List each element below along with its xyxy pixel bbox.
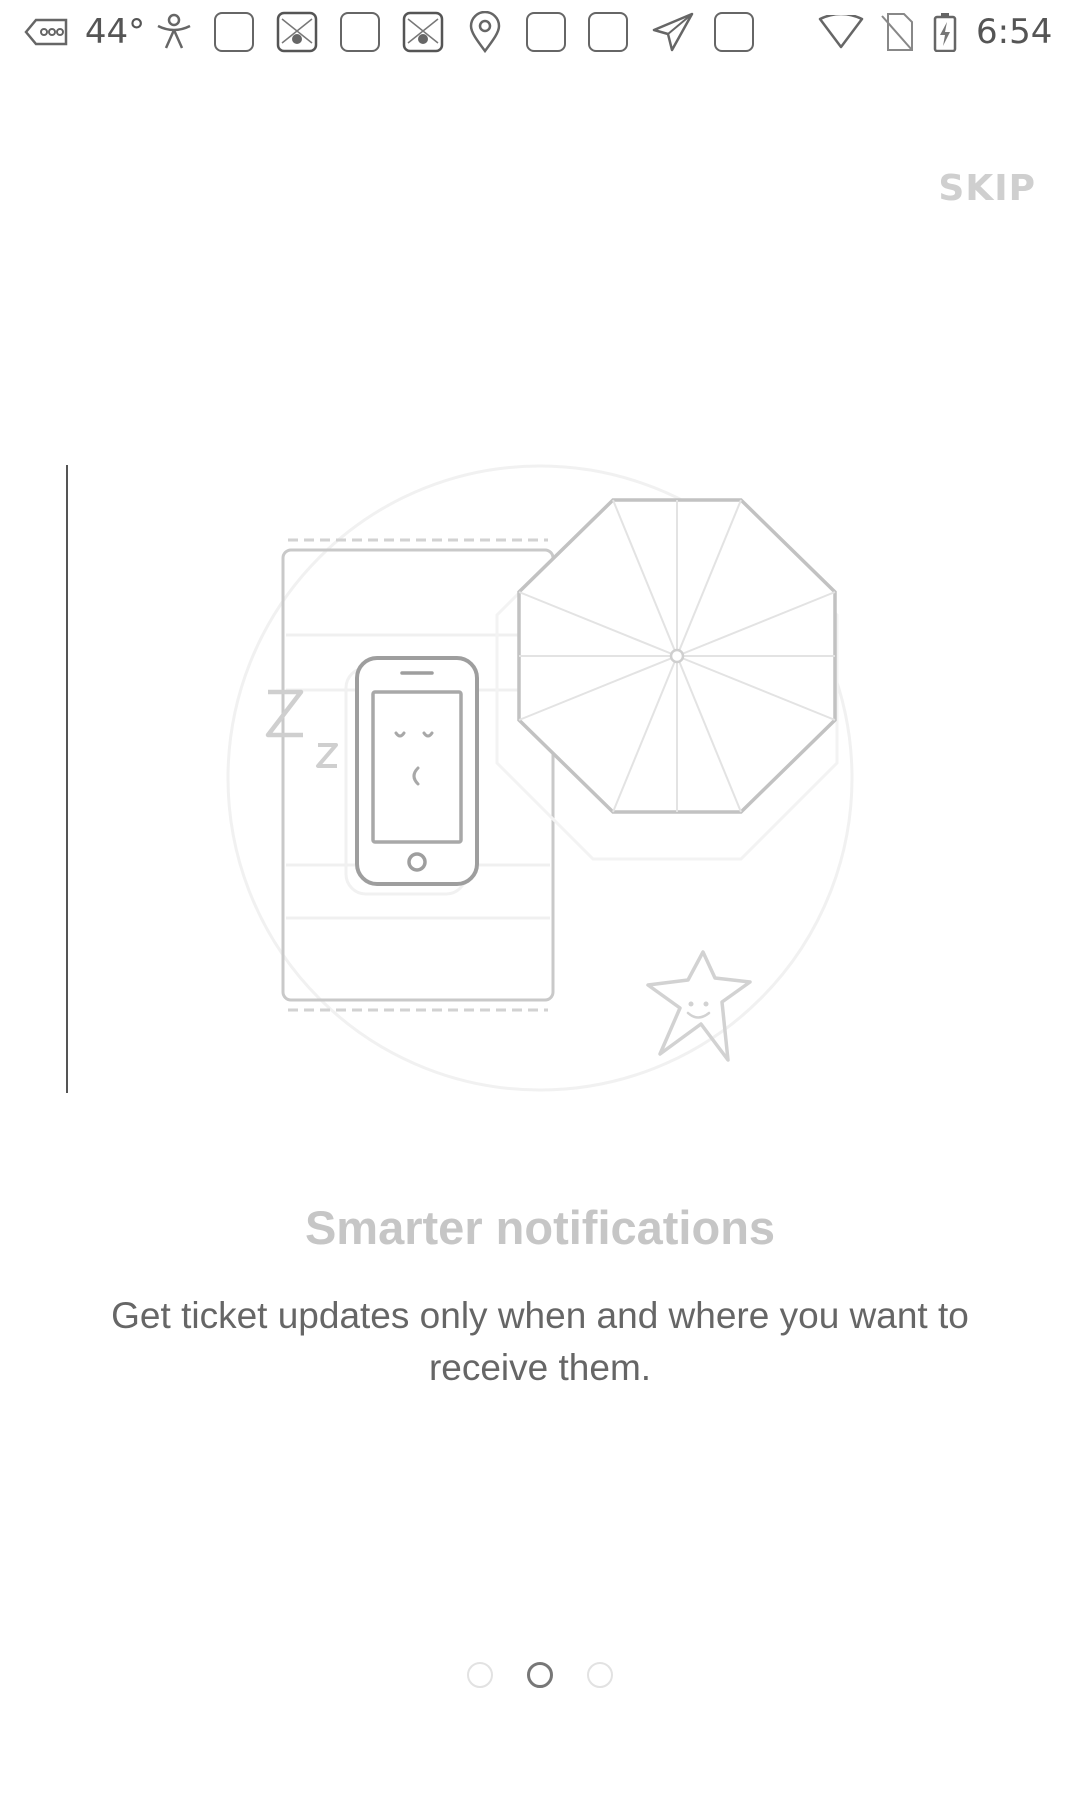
send-plane-icon	[652, 10, 694, 54]
wifi-icon	[818, 10, 864, 54]
no-sim-icon	[880, 10, 914, 54]
location-pin-icon	[468, 10, 502, 54]
app-square-icon	[214, 10, 254, 54]
message-tag-icon	[24, 10, 70, 54]
skip-button[interactable]: SKIP	[938, 168, 1036, 209]
sleeping-phone-beach-illustration	[226, 464, 854, 1092]
battery-charging-icon	[932, 10, 958, 54]
status-bar: 44° 6:54	[0, 0, 1080, 64]
app-square-icon	[714, 10, 754, 54]
app-square-icon	[526, 10, 566, 54]
onboarding-title: Smarter notifications	[304, 1201, 776, 1254]
photo-gallery-icon	[402, 10, 444, 54]
accessibility-person-icon	[154, 10, 194, 54]
page-dot-2-active[interactable]	[527, 1662, 553, 1688]
page-dot-1[interactable]	[467, 1662, 493, 1688]
clock-time: 6:54	[976, 12, 1053, 52]
photo-gallery-icon	[276, 10, 318, 54]
onboarding-screen: 44° 6:54 SKIP Smarter notifications Get …	[0, 0, 1080, 1794]
page-indicator	[0, 1662, 1080, 1692]
onboarding-description: Get ticket updates only when and where y…	[111, 1295, 969, 1388]
temperature-text: 44°	[84, 12, 146, 52]
app-square-icon	[340, 10, 380, 54]
page-dot-3[interactable]	[587, 1662, 613, 1688]
app-square-icon	[588, 10, 628, 54]
